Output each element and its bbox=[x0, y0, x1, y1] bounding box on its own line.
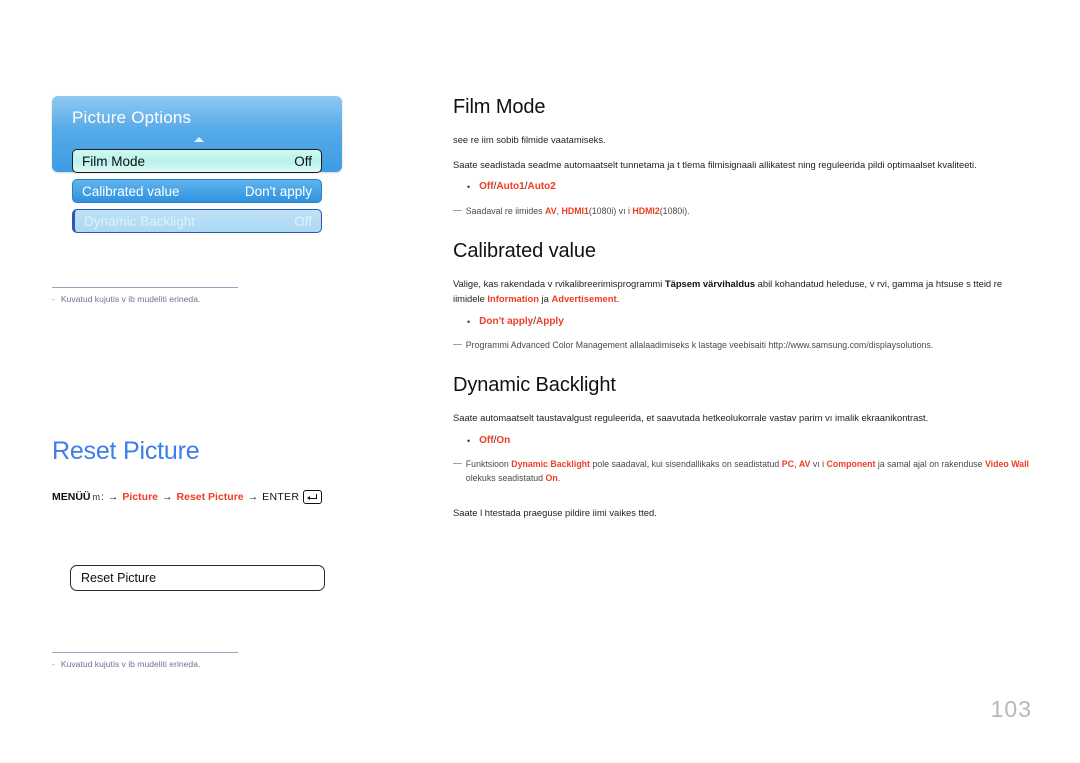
footnote-dash: - bbox=[52, 659, 55, 669]
left-column: Picture Options Film Mode Off Calibrated… bbox=[52, 96, 392, 233]
section-paragraph: Valige, kas rakendada v rvikalibreerimis… bbox=[453, 276, 1033, 307]
scroll-up-triangle-icon bbox=[194, 137, 204, 142]
option-value: Auto1 bbox=[496, 181, 525, 193]
paragraph-part: . bbox=[616, 293, 620, 305]
osd-row-label: Calibrated value bbox=[82, 183, 180, 199]
osd-picture-options-panel: Picture Options Film Mode Off Calibrated… bbox=[52, 96, 342, 233]
options-list: Off/On bbox=[479, 435, 510, 449]
note-text: Saadaval re iimides AV, HDMI1(1080i) vı … bbox=[466, 204, 690, 218]
breadcrumb-step-reset-picture[interactable]: Reset Picture bbox=[177, 491, 244, 503]
paragraph-strong: Täpsem värvihaldus bbox=[664, 277, 756, 289]
footnote-text: Kuvatud kujutis v ib mudeliti erineda. bbox=[60, 294, 201, 304]
breadcrumb-colon: : bbox=[101, 491, 104, 503]
options-bullet: • Off/Auto1/Auto2 bbox=[467, 181, 1033, 195]
option-value: Off bbox=[479, 434, 494, 446]
note-highlight: Component bbox=[826, 459, 876, 470]
paragraph-highlight: Information bbox=[487, 293, 539, 305]
bullet-dot-icon: • bbox=[467, 435, 471, 446]
bullet-dot-icon: • bbox=[467, 182, 471, 193]
note-plain: pole saadaval, kui sisendallikaks on sea… bbox=[590, 459, 782, 470]
note-highlight: PC bbox=[781, 459, 794, 470]
footnote-image-disclaimer: - Kuvatud kujutis v ib mudeliti erineda. bbox=[52, 659, 362, 669]
section-paragraph: see re iim sobib filmide vaatamiseks. bbox=[453, 134, 606, 145]
footnote-image-disclaimer: - Kuvatud kujutis v ib mudeliti erineda. bbox=[52, 294, 362, 304]
paragraph-highlight: Advertisement bbox=[551, 293, 617, 305]
section-calibrated-value: Calibrated value Valige, kas rakendada v… bbox=[453, 240, 1033, 353]
enter-key-icon bbox=[303, 490, 323, 504]
section-title: Dynamic Backlight bbox=[453, 374, 616, 397]
reset-picture-description: Saate l htestada praeguse pildire iimi v… bbox=[453, 507, 657, 519]
paragraph-part: ja bbox=[538, 293, 552, 305]
paragraph-part: Valige, kas rakendada v rvikalibreerimis… bbox=[453, 277, 665, 289]
osd-row-film-mode[interactable]: Film Mode Off bbox=[72, 149, 322, 173]
note-dash-icon: ― bbox=[453, 458, 462, 469]
note-plain: Funktsioon bbox=[465, 459, 512, 470]
breadcrumb-enter-label: ENTER bbox=[262, 491, 300, 503]
osd-reset-picture-box[interactable]: Reset Picture bbox=[70, 565, 325, 591]
section-film-mode: Film Mode see re iim sobib filmide vaata… bbox=[453, 96, 1033, 218]
note-highlight: On bbox=[545, 473, 558, 484]
section-dynamic-backlight: Dynamic Backlight Saate automaatselt tau… bbox=[453, 374, 1033, 521]
note-dash-icon: ― bbox=[453, 339, 462, 350]
option-value: On bbox=[496, 434, 511, 446]
note-highlight: AV bbox=[545, 205, 557, 216]
footnote-text: Kuvatud kujutis v ib mudeliti erineda. bbox=[60, 659, 201, 669]
osd-row-label: Film Mode bbox=[82, 153, 146, 169]
section-note: ― Funktsioon Dynamic Backlight pole saad… bbox=[453, 457, 1033, 485]
breadcrumb-step-picture[interactable]: Picture bbox=[122, 491, 158, 503]
note-dash-icon: ― bbox=[453, 204, 462, 215]
note-plain: vı i bbox=[810, 459, 827, 470]
osd-row-calibrated-value[interactable]: Calibrated value Don't apply bbox=[72, 179, 322, 203]
osd-panel-title: Picture Options bbox=[72, 108, 192, 127]
section-title: Film Mode bbox=[453, 96, 546, 118]
note-plain: (1080i). bbox=[659, 205, 690, 216]
note-text: Programmi Advanced Color Management alla… bbox=[465, 340, 934, 351]
breadcrumb-arrow-icon: → bbox=[107, 491, 119, 503]
option-value: Don't apply bbox=[479, 315, 534, 327]
breadcrumb-arrow-icon: → bbox=[247, 491, 259, 503]
bullet-dot-icon: • bbox=[467, 316, 471, 327]
footnote-divider bbox=[52, 287, 238, 288]
breadcrumb-arrow-icon: → bbox=[162, 491, 173, 503]
footnote-divider bbox=[52, 652, 238, 653]
note-plain: ja samal ajal on rakenduse bbox=[875, 459, 985, 470]
options-bullet: • Don't apply/Apply bbox=[467, 316, 1033, 330]
osd-row-label: Dynamic Backlight bbox=[84, 213, 196, 229]
note-plain: (1080i) vı i bbox=[588, 205, 633, 216]
breadcrumb-menu-label: MENÜÜ bbox=[52, 491, 91, 503]
page-number: 103 bbox=[990, 696, 1032, 722]
note-highlight: AV bbox=[798, 459, 811, 470]
note-highlight: HDMI2 bbox=[632, 205, 660, 216]
options-list: Don't apply/Apply bbox=[479, 316, 564, 330]
note-plain: olekuks seadistatud bbox=[465, 473, 546, 484]
osd-reset-picture-label: Reset Picture bbox=[81, 571, 157, 585]
note-highlight: HDMI1 bbox=[561, 205, 589, 216]
option-value: Auto2 bbox=[527, 181, 556, 193]
options-bullet: • Off/On bbox=[467, 435, 1033, 449]
remote-menu-icon: m bbox=[92, 492, 101, 502]
options-list: Off/Auto1/Auto2 bbox=[479, 181, 556, 195]
option-value: Apply bbox=[535, 315, 564, 327]
section-paragraph: Saate automaatselt taustavalgust regulee… bbox=[453, 412, 929, 424]
option-value: Off bbox=[479, 181, 494, 193]
note-highlight: Video Wall bbox=[984, 459, 1029, 470]
right-column: Film Mode see re iim sobib filmide vaata… bbox=[453, 96, 1033, 530]
section-note: ― Programmi Advanced Color Management al… bbox=[453, 338, 1033, 352]
osd-row-value: Off bbox=[294, 213, 312, 229]
reset-picture-heading: Reset Picture bbox=[52, 437, 200, 465]
section-note: ― Saadaval re iimides AV, HDMI1(1080i) v… bbox=[453, 204, 1033, 218]
osd-row-value: Don't apply bbox=[244, 183, 312, 199]
osd-row-value: Off bbox=[294, 153, 312, 169]
section-paragraph: Saate seadistada seadme automaatselt tun… bbox=[453, 158, 977, 170]
note-text: Funktsioon Dynamic Backlight pole saadav… bbox=[466, 457, 1033, 485]
footnote-dash: - bbox=[52, 294, 55, 304]
note-highlight: Dynamic Backlight bbox=[511, 459, 590, 470]
note-plain: . bbox=[557, 473, 561, 484]
breadcrumb: MENÜÜ m : → Picture → Reset Picture → EN… bbox=[52, 490, 323, 504]
note-prefix: Saadaval re iimides bbox=[465, 205, 546, 216]
section-title: Calibrated value bbox=[453, 239, 596, 262]
osd-row-dynamic-backlight[interactable]: Dynamic Backlight Off bbox=[72, 209, 322, 233]
